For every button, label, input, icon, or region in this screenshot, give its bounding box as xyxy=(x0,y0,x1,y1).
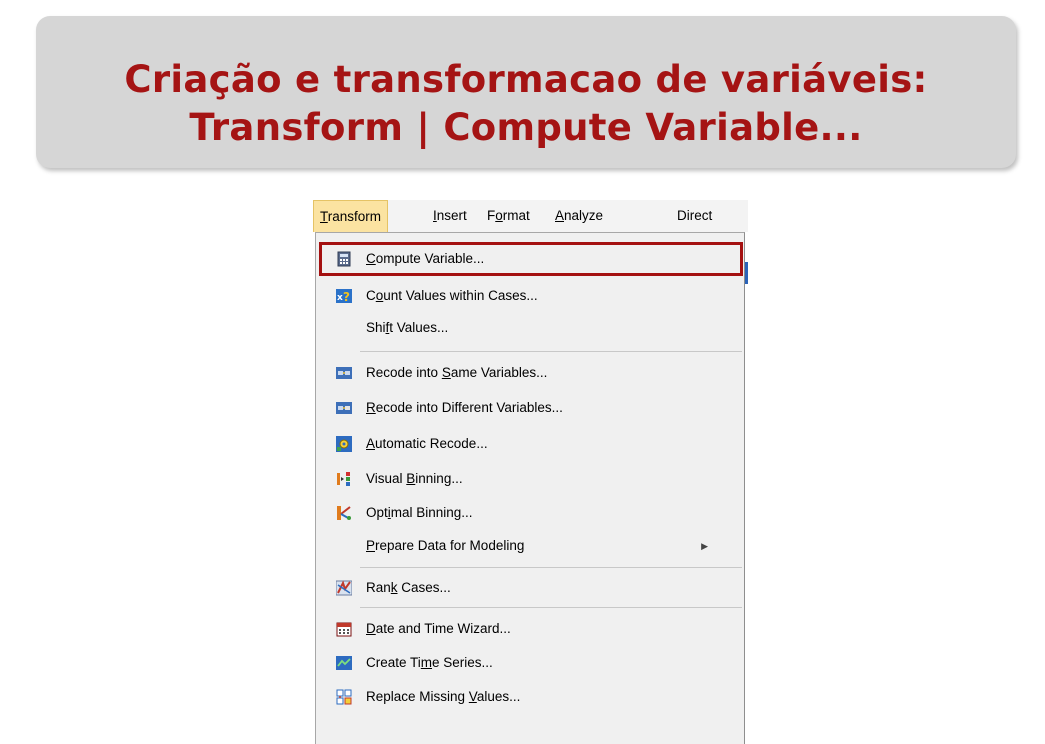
menubar-transform[interactable]: Transform xyxy=(313,200,389,232)
menu-item-replace-missing-values[interactable]: Replace Missing Values... xyxy=(322,682,738,712)
menu-item-label: Replace Missing Values... xyxy=(366,689,521,704)
menu-item-create-time-series[interactable]: Create Time Series... xyxy=(322,648,738,678)
menu-item-label: Prepare Data for Modeling xyxy=(366,538,525,553)
menu-separator xyxy=(360,607,742,608)
menu-item-recode-different[interactable]: Recode into Different Variables... xyxy=(322,393,738,423)
svg-text:?: ? xyxy=(343,290,350,304)
menu-item-label: Recode into Different Variables... xyxy=(366,400,563,415)
menu-item-shift-values[interactable]: Shift Values... xyxy=(322,313,738,343)
menu-item-label: Shift Values... xyxy=(366,320,449,335)
menu-item-automatic-recode[interactable]: Automatic Recode... xyxy=(322,429,738,459)
transform-dropdown-menu: Compute Variable... x ? Count Values wit… xyxy=(315,232,745,744)
menu-separator xyxy=(360,567,742,568)
menubar-format[interactable]: Format xyxy=(481,200,536,232)
slide-title-line-1: Criação e transformacao de variáveis: xyxy=(124,58,928,101)
menu-item-optimal-binning[interactable]: Optimal Binning... xyxy=(322,498,738,528)
menu-item-label: Rank Cases... xyxy=(366,580,451,595)
visual-binning-icon xyxy=(337,472,350,486)
calendar-icon xyxy=(336,622,352,637)
menu-item-count-values[interactable]: x ? Count Values within Cases... xyxy=(322,281,738,311)
menubar-direct-marketing[interactable]: Direct Marketing xyxy=(671,200,748,255)
menubar-insert[interactable]: Insert xyxy=(427,200,473,232)
rank-cases-icon xyxy=(336,580,352,596)
menu-item-label: Recode into Same Variables... xyxy=(366,365,548,380)
menu-item-partial[interactable] xyxy=(322,715,738,744)
menu-item-label: Create Time Series... xyxy=(366,655,493,670)
menu-item-label: Date and Time Wizard... xyxy=(366,621,511,636)
menu-item-label: Visual Binning... xyxy=(366,471,463,486)
slide-title-box: Criação e transformacao de variáveis: Tr… xyxy=(36,16,1016,168)
menu-item-visual-binning[interactable]: Visual Binning... xyxy=(322,464,738,494)
recode-same-icon xyxy=(336,367,352,379)
replace-missing-icon xyxy=(336,689,352,705)
recode-different-icon xyxy=(336,402,352,414)
time-series-icon xyxy=(336,656,352,670)
submenu-arrow-icon: ▶ xyxy=(701,541,708,551)
menu-item-prepare-data-for-modeling[interactable]: Prepare Data for Modeling ▶ xyxy=(322,531,738,561)
automatic-recode-icon xyxy=(336,436,352,452)
menu-item-label: Count Values within Cases... xyxy=(366,288,538,303)
menubar-analyze[interactable]: Analyze xyxy=(549,200,609,232)
menu-item-date-time-wizard[interactable]: Date and Time Wizard... xyxy=(322,614,738,644)
optimal-binning-icon xyxy=(337,506,351,520)
menu-bar: Transform Insert Format Analyze Direct M… xyxy=(313,200,748,255)
count-values-icon: x ? xyxy=(336,289,352,304)
menu-item-label: Optimal Binning... xyxy=(366,505,473,520)
menu-item-rank-cases[interactable]: Rank Cases... xyxy=(322,573,738,603)
spss-menu-screenshot: Transform Insert Format Analyze Direct M… xyxy=(313,200,748,744)
slide-title-line-2: Transform | Compute Variable... xyxy=(189,106,863,149)
highlight-box xyxy=(319,242,743,276)
menu-item-recode-same[interactable]: Recode into Same Variables... xyxy=(322,358,738,388)
menu-separator xyxy=(360,351,742,352)
menu-item-label: Automatic Recode... xyxy=(366,436,488,451)
